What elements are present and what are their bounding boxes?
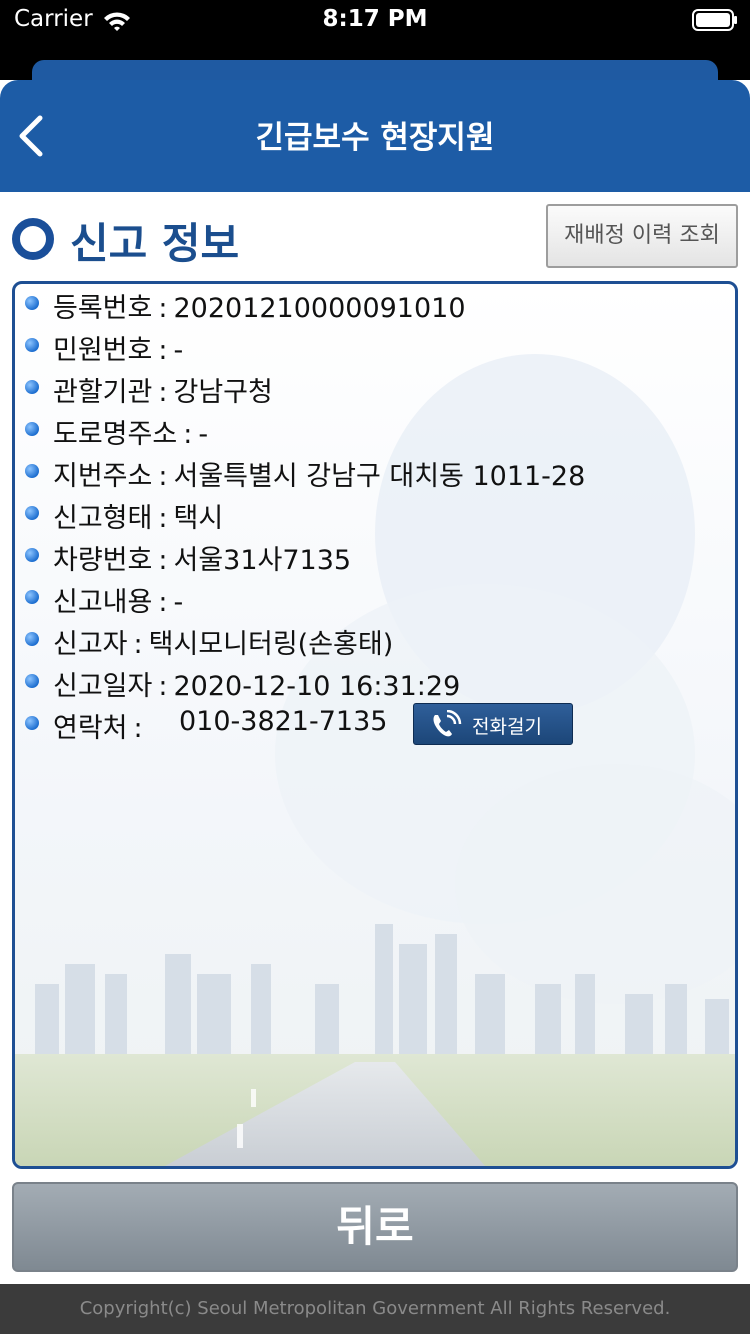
- field-value: -: [173, 587, 184, 618]
- reassignment-history-button[interactable]: 재배정 이력 조회: [546, 204, 738, 268]
- clock-label: 8:17 PM: [322, 6, 428, 32]
- navigation-bar: 긴급보수 현장지원: [0, 80, 750, 192]
- field-label: 신고형태: [53, 503, 153, 534]
- call-button[interactable]: 전화걸기: [413, 703, 573, 745]
- field-label: 민원번호: [53, 335, 153, 366]
- field-value: 20201210000091010: [173, 293, 466, 324]
- list-item: 지번주소: 서울특별시 강남구 대치동 1011-28: [15, 452, 735, 494]
- field-label: 등록번호: [53, 293, 153, 324]
- report-info-panel: 등록번호:20201210000091010 민원번호: - 관할기관: 강남구청 …: [12, 281, 738, 1169]
- blue-dot-icon: [25, 548, 39, 562]
- list-item: 신고내용: -: [15, 578, 735, 620]
- field-value: -: [173, 335, 184, 366]
- field-value: -: [198, 419, 209, 450]
- list-item: 도로명주소: -: [15, 410, 735, 452]
- field-value: 서울특별시 강남구 대치동 1011-28: [173, 461, 586, 492]
- list-item: 관할기관: 강남구청: [15, 368, 735, 410]
- field-label: 신고내용: [53, 587, 153, 618]
- field-label: 신고일자: [53, 671, 153, 702]
- blue-dot-icon: [25, 590, 39, 604]
- field-value: 강남구청: [173, 377, 273, 408]
- blue-dot-icon: [25, 506, 39, 520]
- section-title: 신고 정보: [70, 219, 240, 268]
- footer-copyright: Copyright(c) Seoul Metropolitan Governme…: [0, 1284, 750, 1334]
- blue-dot-icon: [25, 296, 39, 310]
- blue-dot-icon: [25, 338, 39, 352]
- report-detail-list: 등록번호:20201210000091010 민원번호: - 관할기관: 강남구청 …: [15, 284, 735, 746]
- blue-dot-icon: [25, 380, 39, 394]
- phone-call-icon: [433, 710, 462, 737]
- list-item: 신고자: 택시모니터링(손홍태): [15, 620, 735, 662]
- blue-dot-icon: [25, 632, 39, 646]
- contact-row: 연락처: 010-3821-7135 전화걸기: [15, 703, 735, 746]
- field-label: 신고자: [53, 629, 128, 660]
- blue-dot-icon: [25, 422, 39, 436]
- page-title: 긴급보수 현장지원: [255, 120, 495, 156]
- ring-bullet-icon: [12, 218, 54, 260]
- field-value: 택시: [173, 503, 224, 534]
- battery-icon: [692, 9, 737, 31]
- blue-dot-icon: [25, 716, 39, 730]
- blue-dot-icon: [25, 464, 39, 478]
- list-item: 신고일자:2020-12-10 16:31:29: [15, 662, 735, 704]
- list-item: 민원번호: -: [15, 326, 735, 368]
- field-value: 택시모니터링(손홍태): [148, 629, 394, 660]
- field-label: 차량번호: [53, 545, 153, 576]
- list-item: 등록번호:20201210000091010: [15, 284, 735, 326]
- field-label: 지번주소: [53, 461, 153, 492]
- field-value: 서울31사7135: [173, 545, 352, 576]
- field-label: 관할기관: [53, 377, 153, 408]
- blue-dot-icon: [25, 674, 39, 688]
- contact-phone-number: 010-3821-7135: [179, 706, 388, 737]
- field-value: 2020-12-10 16:31:29: [173, 671, 461, 702]
- field-label: 도로명주소: [53, 419, 178, 450]
- call-button-label: 전화걸기: [472, 716, 542, 738]
- list-item: 차량번호: 서울31사7135: [15, 536, 735, 578]
- contact-label: 연락처: [53, 713, 128, 744]
- back-button[interactable]: 뒤로: [12, 1182, 738, 1272]
- list-item: 신고형태: 택시: [15, 494, 735, 536]
